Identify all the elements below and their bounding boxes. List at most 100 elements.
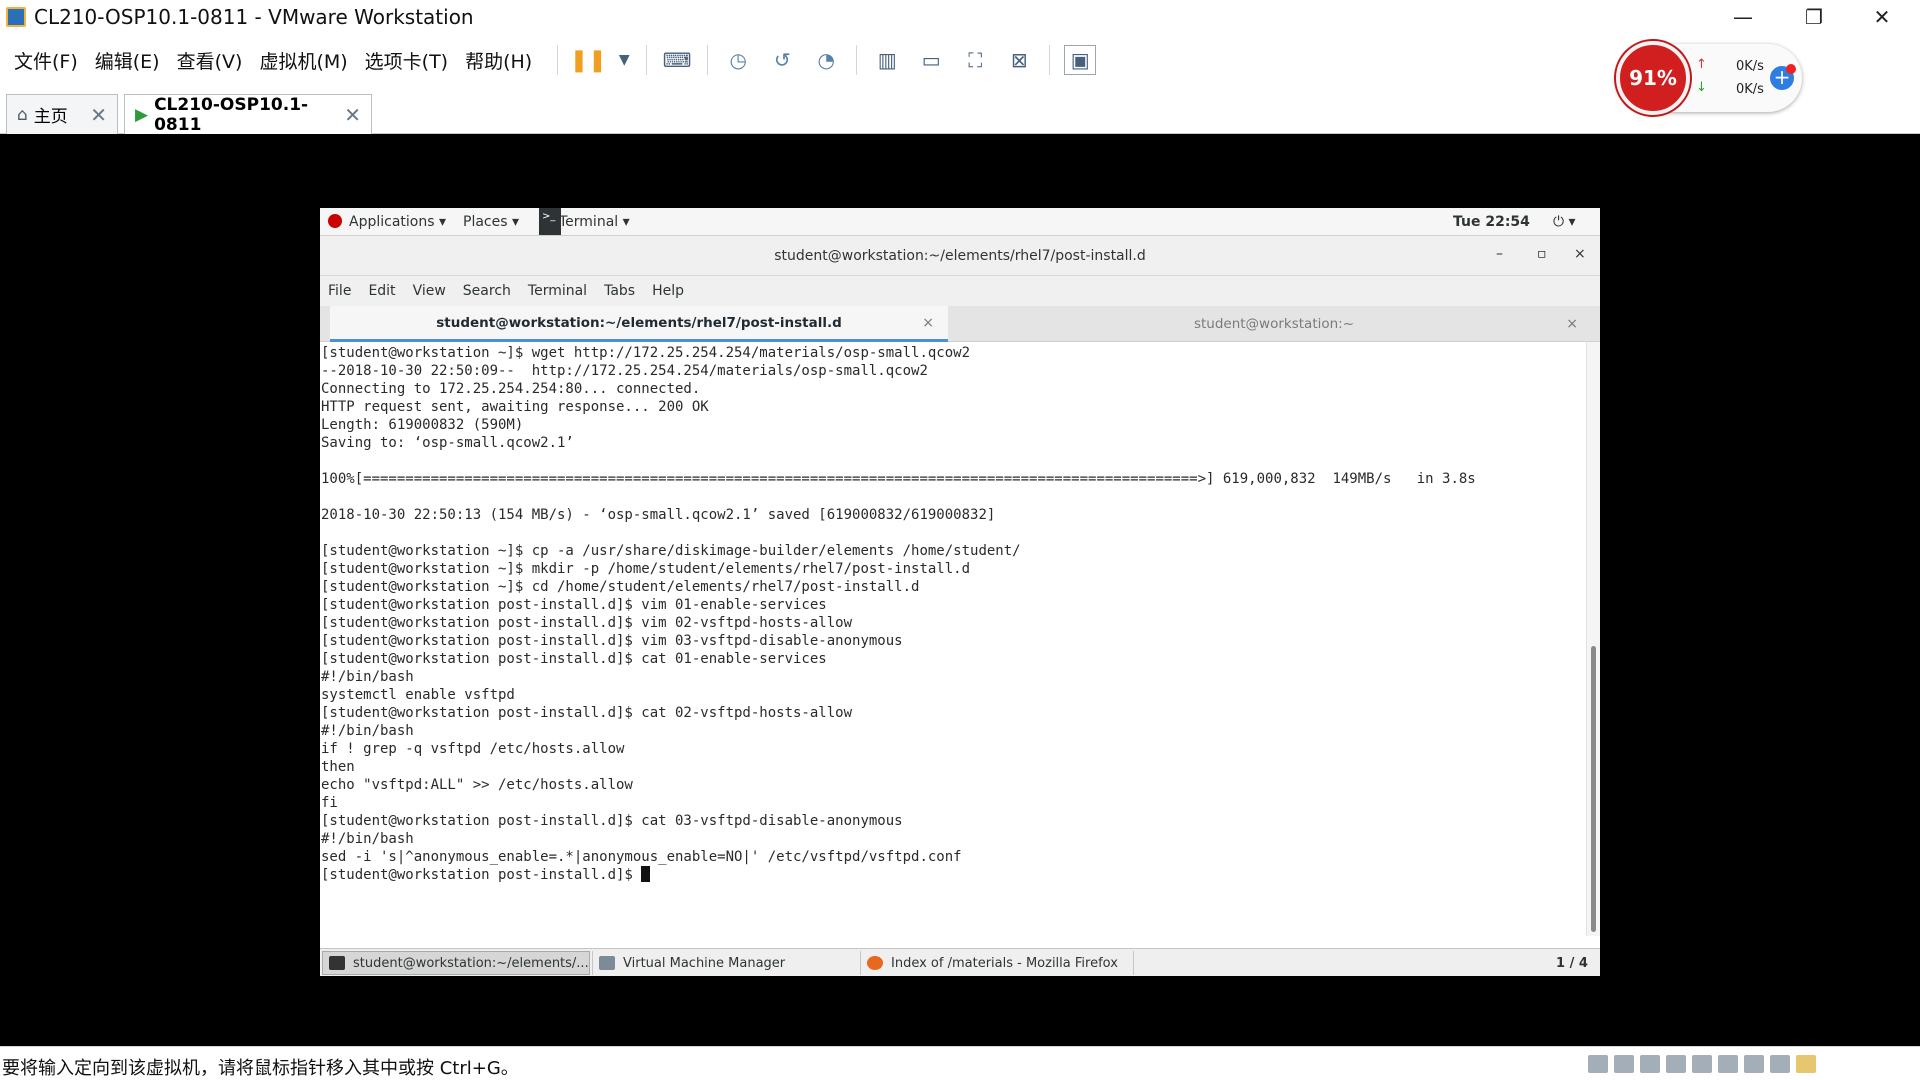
sound-card-icon[interactable]: [1718, 1055, 1738, 1073]
terminal-window[interactable]: student@workstation:~/elements/rhel7/pos…: [320, 236, 1600, 976]
tab-vm-close-icon[interactable]: ✕: [344, 103, 361, 127]
terminal-menu-edit[interactable]: Edit: [368, 283, 395, 299]
tab-home-close-icon[interactable]: ✕: [90, 103, 107, 127]
menu-edit[interactable]: 编辑(E): [95, 47, 160, 74]
taskbar-item-label: student@workstation:~/elements/...: [353, 955, 589, 971]
cpu-usage-badge[interactable]: 91%: [1616, 41, 1690, 115]
send-ctrl-alt-del-icon[interactable]: ⌨: [661, 45, 693, 75]
terminal-prompt-line: [student@workstation post-install.d]$: [321, 866, 1586, 884]
toolbar-separator: [707, 45, 709, 75]
places-menu[interactable]: Places ▾: [463, 214, 519, 230]
workspace-indicator[interactable]: 1 / 4: [1556, 956, 1588, 971]
applications-menu[interactable]: Applications ▾: [349, 214, 446, 230]
firefox-icon: [867, 956, 883, 970]
terminal-line: echo "vsftpd:ALL" >> /etc/hosts.allow: [321, 777, 633, 793]
terminal-scrollbar[interactable]: [1586, 342, 1600, 936]
download-speed: 0K/s: [1736, 82, 1764, 97]
terminal-tab-label: student@workstation:~/elements/rhel7/pos…: [436, 314, 842, 331]
terminal-tab-close-icon[interactable]: ×: [1566, 316, 1578, 332]
terminal-tab-post-install[interactable]: student@workstation:~/elements/rhel7/pos…: [330, 306, 948, 342]
unity-icon[interactable]: ⊠: [1003, 45, 1035, 75]
text-cursor: [641, 866, 651, 882]
terminal-line: [student@workstation post-install.d]$ ca…: [321, 705, 853, 721]
vm-display[interactable]: Applications ▾ Places ▾ >_ Terminal ▾ Tu…: [0, 134, 1920, 1046]
tab-home[interactable]: ⌂ 主页 ✕: [6, 94, 118, 134]
snapshot-manager-icon[interactable]: ◔: [810, 45, 842, 75]
guest-desktop[interactable]: Applications ▾ Places ▾ >_ Terminal ▾ Tu…: [320, 208, 1600, 976]
thumbnail-bar-icon[interactable]: ▭: [915, 45, 947, 75]
library-view-icon[interactable]: ▥: [871, 45, 903, 75]
taskbar-item-firefox[interactable]: Index of /materials - Mozilla Firefox: [860, 951, 1134, 975]
terminal-line: #!/bin/bash: [321, 723, 414, 739]
menu-tabs[interactable]: 选项卡(T): [365, 47, 448, 74]
download-arrow-icon: ↓: [1696, 80, 1707, 95]
scrollbar-thumb[interactable]: [1591, 646, 1596, 932]
terminal-line: [student@workstation post-install.d]$ vi…: [321, 633, 903, 649]
taskbar-item-vmm[interactable]: Virtual Machine Manager: [592, 951, 860, 975]
terminal-app-icon: >_: [539, 208, 561, 235]
terminal-body[interactable]: [student@workstation ~]$ wget http://172…: [320, 342, 1586, 936]
terminal-tab-close-icon[interactable]: ×: [922, 315, 934, 331]
terminal-tab-home[interactable]: student@workstation:~ ×: [956, 306, 1592, 342]
status-text: 要将输入定向到该虚拟机，请将鼠标指针移入其中或按 Ctrl+G。: [2, 1058, 519, 1079]
restore-button[interactable]: ❐: [1785, 0, 1843, 34]
console-view-icon[interactable]: ▣: [1064, 45, 1097, 75]
take-snapshot-icon[interactable]: ◷: [722, 45, 754, 75]
usb-controller-icon[interactable]: [1692, 1055, 1712, 1073]
terminal-line: [student@workstation ~]$ mkdir -p /home/…: [321, 561, 971, 577]
menu-file[interactable]: 文件(F): [14, 47, 78, 74]
terminal-minimize-button[interactable]: –: [1496, 246, 1503, 262]
full-screen-icon[interactable]: ⛶: [959, 45, 991, 75]
vm-running-icon: ▶: [135, 104, 149, 125]
menu-vm[interactable]: 虚拟机(M): [259, 47, 347, 74]
terminal-close-button[interactable]: ×: [1574, 246, 1586, 262]
tab-vm[interactable]: ▶ CL210-OSP10.1-0811 ✕: [124, 94, 372, 135]
terminal-tab-bar: student@workstation:~/elements/rhel7/pos…: [320, 306, 1600, 342]
upload-arrow-icon: ↑: [1696, 57, 1707, 72]
redhat-icon: [328, 214, 342, 228]
window-title: CL210-OSP10.1-0811 - VMware Workstation: [34, 5, 474, 29]
dropdown-arrow-icon[interactable]: ▼: [616, 45, 632, 75]
panel-clock[interactable]: Tue 22:54: [1453, 214, 1530, 230]
terminal-menu-terminal[interactable]: Terminal: [528, 283, 587, 299]
pause-icon[interactable]: ❚❚: [570, 45, 607, 75]
cd-dvd-icon[interactable]: [1614, 1055, 1634, 1073]
terminal-line: then: [321, 759, 355, 775]
terminal-line: systemctl enable vsftpd: [321, 687, 515, 703]
network-adapter-icon[interactable]: [1640, 1055, 1660, 1073]
terminal-menu-help[interactable]: Help: [652, 283, 684, 299]
shared-folder-icon[interactable]: [1770, 1055, 1790, 1073]
network-speed-widget[interactable]: 91% ↑ 0K/s ↓ 0K/s +: [1616, 41, 1802, 115]
hard-disk-icon[interactable]: [1588, 1055, 1608, 1073]
terminal-menu-view[interactable]: View: [413, 283, 446, 299]
title-bar: CL210-OSP10.1-0811 - VMware Workstation …: [0, 0, 1920, 34]
status-bar: 要将输入定向到该虚拟机，请将鼠标指针移入其中或按 Ctrl+G。: [0, 1046, 1920, 1080]
notification-dot: [1786, 64, 1796, 74]
terminal-maximize-button[interactable]: ▫: [1537, 246, 1547, 262]
menu-view[interactable]: 查看(V): [177, 47, 243, 74]
terminal-line: if ! grep -q vsftpd /etc/hosts.allow: [321, 741, 625, 757]
menu-help[interactable]: 帮助(H): [465, 47, 532, 74]
taskbar-item-label: Index of /materials - Mozilla Firefox: [891, 955, 1118, 971]
terminal-line: Saving to: ‘osp-small.qcow2.1’: [321, 435, 574, 451]
terminal-app-menu[interactable]: Terminal ▾: [559, 214, 630, 230]
taskbar-item-terminal[interactable]: student@workstation:~/elements/...: [322, 951, 590, 975]
terminal-titlebar[interactable]: student@workstation:~/elements/rhel7/pos…: [320, 236, 1600, 276]
minimize-button[interactable]: —: [1714, 0, 1772, 34]
terminal-menu-search[interactable]: Search: [463, 283, 511, 299]
terminal-line: Connecting to 172.25.254.254:80... conne…: [321, 381, 701, 397]
terminal-menu-file[interactable]: File: [328, 283, 351, 299]
display-icon[interactable]: [1744, 1055, 1764, 1073]
printer-icon[interactable]: [1666, 1055, 1686, 1073]
terminal-line: [student@workstation post-install.d]$ ca…: [321, 651, 827, 667]
terminal-line: [student@workstation post-install.d]$ vi…: [321, 597, 827, 613]
revert-snapshot-icon[interactable]: ↺: [766, 45, 798, 75]
power-menu-icon[interactable]: ⏻ ▾: [1553, 214, 1576, 230]
terminal-menu-tabs[interactable]: Tabs: [604, 283, 635, 299]
toolbar-separator: [1049, 45, 1051, 75]
message-log-icon[interactable]: [1796, 1055, 1816, 1073]
close-button[interactable]: ✕: [1853, 0, 1911, 34]
vmware-app-icon: [6, 7, 26, 27]
